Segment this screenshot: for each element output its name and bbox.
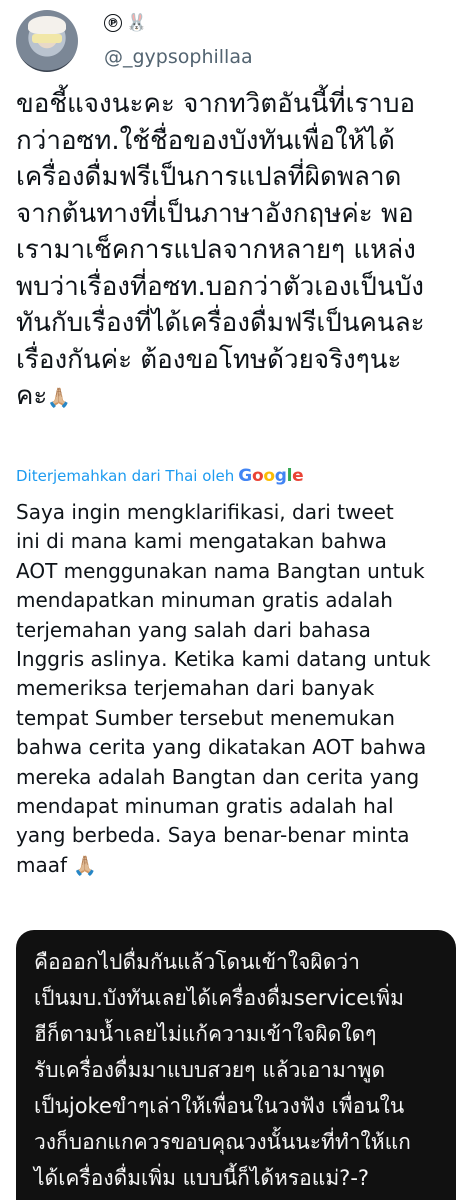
tweet-line: พบว่าเรื่องที่อซท.บอกว่าตัวเองเป็นบัง [16, 271, 424, 302]
tweet-line: ขอชี้แจงนะคะ จากทวิตอันนี้ที่เราบอ [16, 89, 416, 119]
image-text-line: รับเครื่องดื่มมาแบบสวยๆ แล้วเอามาพูด [34, 1058, 386, 1082]
google-logo: Google [238, 466, 304, 486]
translation-attribution[interactable]: Diterjemahkan dari Thai oleh Google [16, 466, 304, 486]
tweet-line: กว่าอซท.ใช้ชื่อของบังทันเพื่อให้ได้ [16, 125, 395, 156]
translated-line: mendapat minuman gratis adalah hal [16, 794, 394, 819]
praying-hands-emoji: 🙏🏼 [73, 854, 98, 877]
tweet-text-translated: Saya ingin mengklarifikasi, dari tweet i… [16, 498, 456, 881]
translated-line: maaf 🙏🏼 [16, 851, 456, 881]
tweet-line: เรื่องกันค่ะ ต้องขอโทษด้วยจริงๆนะ [16, 344, 402, 375]
bunny-emoji: 🐰 [126, 13, 148, 33]
p-badge-icon: ℗ [104, 14, 122, 32]
image-text-line: วงก็บอกแกควรขอบคุณวงนั้นนะที่ทำให้แก [34, 1130, 411, 1154]
avatar[interactable] [16, 10, 78, 72]
tweet-line: ทันกับเรื่องที่ได้เครื่องดื่มฟรีเป็นคนละ [16, 308, 425, 338]
image-text-line: เป็นมบ.บังทันเลยได้เครื่องดื่มserviceเพิ… [34, 986, 404, 1010]
image-text-line: คือออกไปดื่มกันแล้วโดนเข้าใจผิดว่า [34, 950, 360, 974]
tweet-text-thai: ขอชี้แจงนะคะ จากทวิตอันนี้ที่เราบอ กว่าอ… [16, 86, 456, 417]
translated-line: Inggris aslinya. Ketika kami datang untu… [16, 647, 431, 672]
translated-line-text: maaf [16, 852, 68, 877]
translated-line: ini di mana kami mengatakan bahwa [16, 529, 387, 554]
translated-line: memeriksa terjemahan dari banyak [16, 676, 375, 701]
translated-line: mendapatkan minuman gratis adalah [16, 588, 393, 613]
tweet-line: เรามาเช็คการแปลจากหลายๆ แหล่ง [16, 235, 416, 265]
praying-hands-emoji: 🙏🏼 [47, 387, 72, 409]
avatar-glasses [32, 34, 62, 43]
attached-image[interactable]: คือออกไปดื่มกันแล้วโดนเข้าใจผิดว่า เป็นม… [16, 930, 456, 1200]
user-handle[interactable]: @_gypsophillaa [104, 46, 253, 68]
translated-line: bahwa cerita yang dikatakan AOT bahwa [16, 735, 427, 760]
translated-line: Saya ingin mengklarifikasi, dari tweet [16, 500, 394, 524]
translated-line: yang berbeda. Saya benar-benar minta [16, 823, 410, 848]
tweet-line: จากต้นทางที่เป็นภาษาอังกฤษค่ะ พอ [16, 198, 414, 229]
translated-line: tempat Sumber tersebut menemukan [16, 705, 395, 730]
translated-line: mereka adalah Bangtan dan cerita yang [16, 764, 420, 789]
avatar-hair [28, 16, 66, 34]
image-text-line: ฮีก็ตามน้ำเลยไม่แก้ความเข้าใจผิดใดๆ [34, 1022, 377, 1046]
translation-label: Diterjemahkan dari Thai oleh [16, 467, 235, 485]
image-text-line: เป็นjokeขำๆเล่าให้เพื่อนในวงฟัง เพื่อนใน [34, 1094, 405, 1118]
image-text-line: ได้เครื่องดื่มเพิ่ม แบบนี้ก็ได้หรอแม่?-? [34, 1166, 370, 1190]
tweet-line-text: คะ [16, 381, 48, 411]
translated-line: AOT menggunakan nama Bangtan untuk [16, 558, 425, 583]
translated-line: terjemahan yang salah dari bahasa [16, 617, 371, 642]
display-name[interactable]: ℗ 🐰 [104, 14, 147, 32]
tweet-line: คะ🙏🏼 [16, 378, 456, 417]
tweet-line: เครื่องดื่มฟรีเป็นการแปลที่ผิดพลาด [16, 162, 402, 192]
image-text: คือออกไปดื่มกันแล้วโดนเข้าใจผิดว่า เป็นม… [34, 944, 444, 1196]
